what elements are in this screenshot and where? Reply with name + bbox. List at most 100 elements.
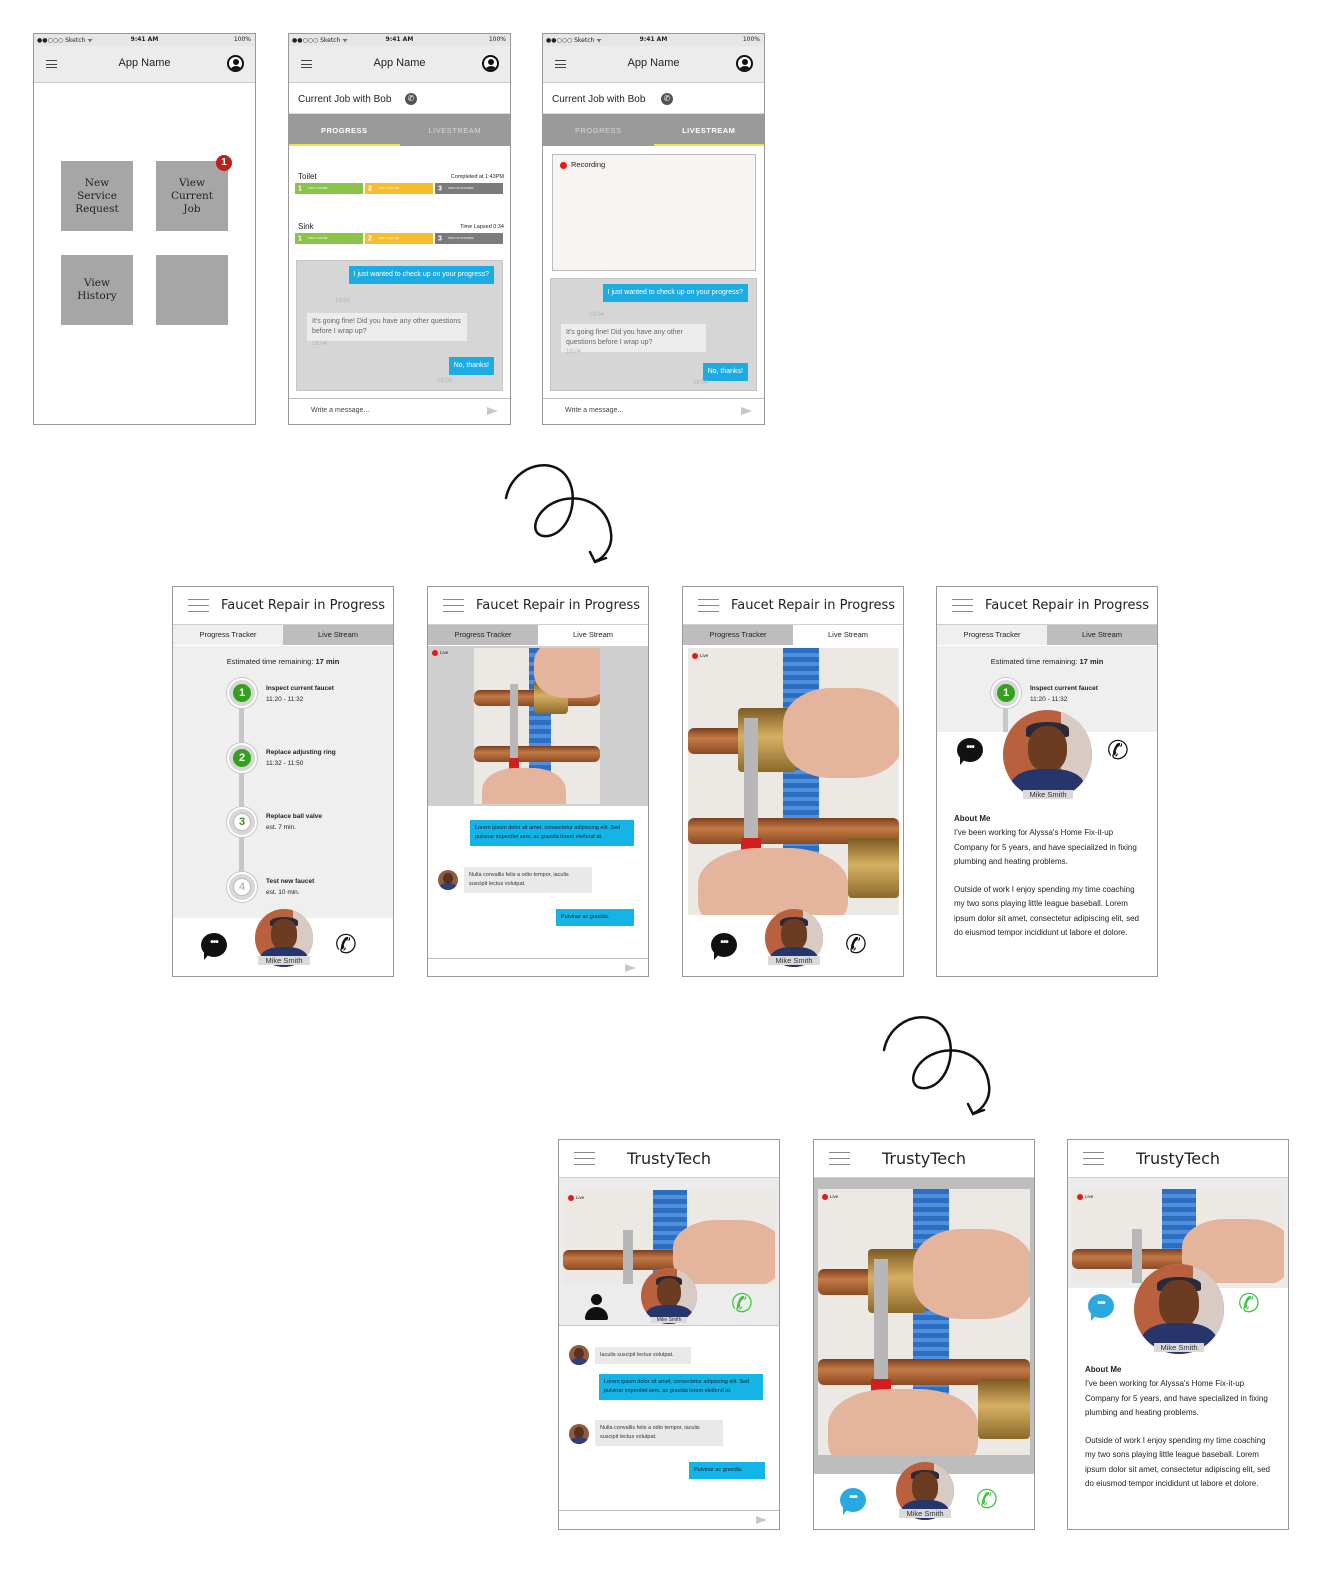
chat-icon[interactable] (840, 1488, 866, 1515)
video-panel: Live Mike Smith ✆ (559, 1178, 779, 1326)
message-input[interactable]: Write a message... (311, 407, 369, 414)
status-bar: ●●○○○ Sketch ᯤ 9:41 AM 100% (34, 34, 255, 46)
about-me-section: About Me I've been working for Alyssa's … (954, 812, 1147, 954)
tab-progress[interactable]: PROGRESS (289, 114, 400, 146)
step-segment-done: 1 STEP 1 IS DONE (295, 233, 363, 244)
video-frame: Live (428, 646, 648, 806)
phone-call-icon[interactable]: ✆ (1107, 737, 1129, 763)
technician-name: Mike Smith (1154, 1343, 1204, 1352)
chat-timestamp: 18:04 (335, 298, 351, 304)
job-item-status: Completed at 1:43PM (450, 174, 504, 180)
about-me-paragraph-2: Outside of work I enjoy spending my time… (1085, 1436, 1270, 1489)
step-1-text: Inspect current faucet 11:20 - 11:32 (1030, 685, 1098, 703)
wireframe-home-screen: ●●○○○ Sketch ᯤ 9:41 AM 100% App Name New… (33, 33, 256, 425)
step-segment-done: 1 STEP 1 IS DONE (295, 183, 363, 194)
phone-call-icon[interactable]: ✆ (976, 1486, 998, 1512)
live-indicator: Live (1077, 1194, 1093, 1200)
about-me-heading: About Me (954, 814, 991, 823)
technician-mini-avatar (569, 1424, 589, 1444)
tracker-panel: Estimated time remaining: 17 min 1 Inspe… (173, 646, 393, 918)
phone-call-icon[interactable]: ✆ (1238, 1290, 1260, 1316)
technician-mini-avatar (569, 1345, 589, 1365)
view-history-tile[interactable]: View History (61, 255, 133, 325)
header: Faucet Repair in Progress (428, 587, 648, 625)
tab-bar: Progress Tracker Live Stream (173, 625, 393, 645)
flow-arrow-icon (504, 464, 613, 564)
battery-label: 100% (233, 36, 251, 43)
tab-livestream[interactable]: LIVESTREAM (653, 114, 765, 146)
hamburger-menu-icon[interactable] (443, 599, 464, 612)
about-me-paragraph-2: Outside of work I enjoy spending my time… (954, 885, 1139, 938)
profile-person-icon[interactable] (585, 1294, 609, 1322)
header: TrustyTech (559, 1140, 779, 1178)
final-profile-screen: TrustyTech Live Mike Smith ✆ About Me I'… (1067, 1139, 1289, 1530)
app-title: App Name (373, 57, 426, 69)
chat-icon[interactable] (1088, 1294, 1114, 1321)
technician-avatar[interactable] (1003, 710, 1092, 799)
technician-avatar[interactable] (641, 1268, 697, 1324)
hamburger-menu-icon[interactable] (698, 599, 719, 612)
header: Faucet Repair in Progress (937, 587, 1157, 625)
about-me-paragraph-1: I've been working for Alyssa's Home Fix-… (954, 828, 1137, 866)
tab-progress-tracker[interactable]: Progress Tracker (173, 625, 283, 645)
chat-panel: I just wanted to check up on your progre… (550, 278, 757, 391)
send-icon[interactable] (756, 1516, 767, 1524)
estimated-time: Estimated time remaining: 17 min (226, 657, 340, 666)
status-bar: ●●○○○ Sketch ᯤ 9:41 AM 100% (543, 34, 764, 46)
technician-name: Mike Smith (258, 956, 310, 965)
phone-call-icon[interactable]: ✆ (845, 931, 867, 957)
record-dot-icon (560, 161, 567, 169)
send-icon[interactable] (487, 407, 498, 415)
chat-bubble-sent: No, thanks! (448, 357, 494, 375)
new-service-request-tile[interactable]: New Service Request (61, 161, 133, 231)
recording-indicator: Recording (560, 160, 605, 169)
view-current-job-tile[interactable]: View Current Job (156, 161, 228, 231)
technician-name: Mike Smith (1023, 790, 1073, 799)
header: TrustyTech (814, 1140, 1034, 1178)
app-title: App Name (627, 57, 680, 69)
tab-bar: PROGRESS LIVESTREAM (543, 114, 764, 146)
chat-bubble-sent: Pulvinar ac gravida. (556, 909, 634, 926)
user-profile-icon[interactable] (482, 55, 499, 72)
tab-progress[interactable]: PROGRESS (543, 114, 654, 146)
phone-icon[interactable]: ✆ (405, 93, 417, 105)
user-profile-icon[interactable] (736, 55, 753, 72)
tab-progress-tracker[interactable]: Progress Tracker (937, 625, 1047, 645)
technician-name: Mike Smith (651, 1317, 687, 1323)
technician-name: Mike Smith (768, 956, 820, 965)
wireframe-progress-screen: ●●○○○ Sketch ᯤ 9:41 AM 100% App Name Cur… (288, 33, 511, 425)
message-input[interactable]: Write a message... (565, 407, 623, 414)
tab-live-stream[interactable]: Live Stream (538, 625, 648, 645)
tab-live-stream[interactable]: Live Stream (283, 625, 393, 645)
chat-bubble-received: Nulla convallis felis a odio tempor, iac… (595, 1420, 723, 1446)
header: TrustyTech (1068, 1140, 1288, 1178)
message-input-bar[interactable] (428, 958, 648, 976)
empty-tile[interactable] (156, 255, 228, 325)
technician-name: Mike Smith (899, 1509, 951, 1518)
send-icon[interactable] (741, 407, 752, 415)
tab-progress-tracker[interactable]: Progress Tracker (683, 625, 793, 645)
tab-progress-tracker[interactable]: Progress Tracker (428, 625, 538, 645)
phone-call-icon[interactable]: ✆ (335, 931, 357, 957)
tab-livestream[interactable]: LIVESTREAM (400, 114, 511, 146)
message-input-bar[interactable] (559, 1510, 779, 1529)
send-icon[interactable] (625, 964, 636, 972)
tab-live-stream[interactable]: Live Stream (1047, 625, 1157, 645)
chat-bubble-sent: Pulvinar ac gravida. (689, 1462, 765, 1479)
step-3-icon: 3 (227, 807, 257, 837)
chat-icon[interactable] (711, 933, 737, 960)
chat-icon[interactable] (957, 738, 983, 765)
clock-label: 9:41 AM (130, 36, 159, 43)
chat-icon[interactable] (201, 933, 227, 960)
user-profile-icon[interactable] (227, 55, 244, 72)
hamburger-menu-icon[interactable] (188, 599, 209, 612)
app-title: TrustyTech (626, 1149, 712, 1168)
phone-call-icon[interactable]: ✆ (731, 1290, 753, 1316)
hamburger-menu-icon[interactable] (952, 599, 973, 612)
chat-bubble-received: It's going fine! Did you have any other … (307, 313, 467, 341)
tab-live-stream[interactable]: Live Stream (793, 625, 903, 645)
chat-bubble-received: Nulla convallis felis a odio tempor, iac… (464, 867, 592, 893)
mockup-live-stream-full: Faucet Repair in Progress Progress Track… (682, 586, 904, 977)
technician-avatar[interactable] (1134, 1264, 1224, 1354)
phone-icon[interactable]: ✆ (661, 93, 673, 105)
